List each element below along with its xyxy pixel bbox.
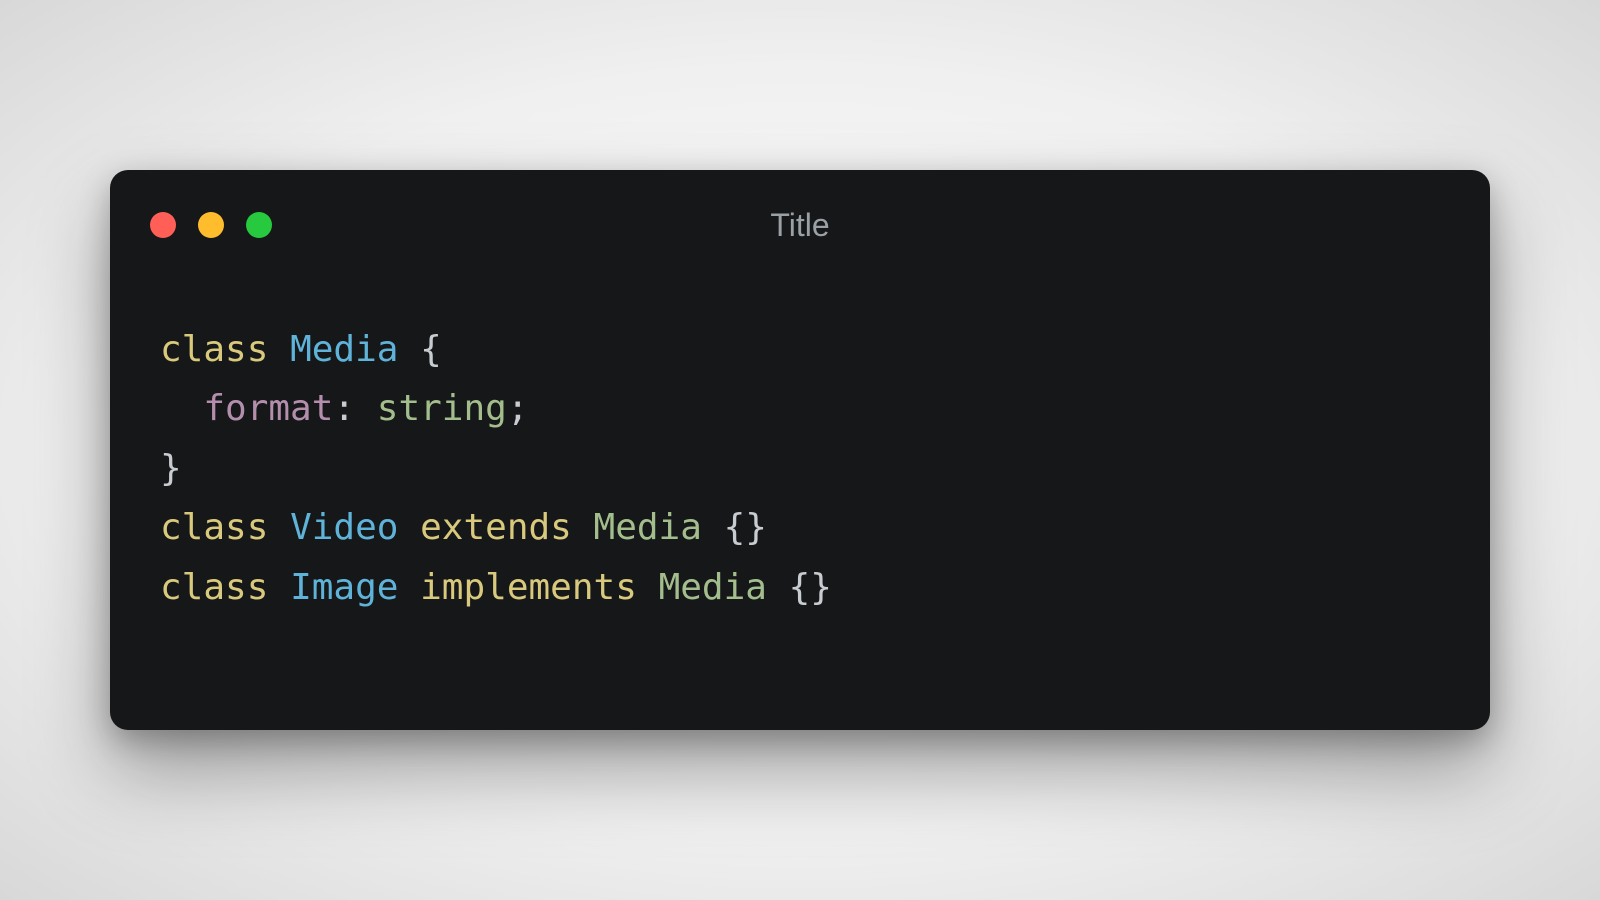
code-token-space <box>268 567 290 608</box>
code-token-space <box>355 388 377 429</box>
code-token-keyword: class <box>160 329 268 370</box>
code-editor[interactable]: class Media { format: string;} class Vide… <box>110 280 1490 730</box>
code-token-space <box>160 388 203 429</box>
code-token-space <box>637 567 659 608</box>
code-token-space <box>572 507 594 548</box>
code-token-typename: Media <box>659 567 767 608</box>
code-token-type: Video <box>290 507 398 548</box>
code-token-punct: { <box>420 329 442 370</box>
code-token-space <box>398 567 420 608</box>
code-token-keyword: class <box>160 567 268 608</box>
code-token-space <box>268 507 290 548</box>
code-token-space <box>702 507 724 548</box>
window-title: Title <box>110 207 1490 244</box>
code-token-type: Media <box>290 329 398 370</box>
code-line: class Video extends Media {} <box>160 498 1440 557</box>
code-token-space <box>398 507 420 548</box>
minimize-icon[interactable] <box>198 212 224 238</box>
code-token-keyword: implements <box>420 567 637 608</box>
code-token-keyword: extends <box>420 507 572 548</box>
code-token-typename: Media <box>594 507 702 548</box>
code-token-punct: {} <box>724 507 767 548</box>
code-window: Title class Media { format: string;}clas… <box>110 170 1490 730</box>
code-token-punct: : <box>333 388 355 429</box>
code-line: } <box>160 439 1440 498</box>
window-titlebar: Title <box>110 170 1490 280</box>
code-token-typename: string <box>377 388 507 429</box>
maximize-icon[interactable] <box>246 212 272 238</box>
code-line: class Media { <box>160 320 1440 379</box>
code-line: format: string; <box>160 379 1440 438</box>
code-token-punct: } <box>160 448 182 489</box>
code-token-punct: ; <box>507 388 529 429</box>
code-token-space <box>398 329 420 370</box>
code-token-keyword: class <box>160 507 268 548</box>
code-token-space <box>268 329 290 370</box>
close-icon[interactable] <box>150 212 176 238</box>
code-token-punct: {} <box>789 567 832 608</box>
code-line: class Image implements Media {} <box>160 558 1440 617</box>
code-token-prop: format <box>203 388 333 429</box>
traffic-lights <box>150 212 272 238</box>
code-token-type: Image <box>290 567 398 608</box>
code-token-space <box>767 567 789 608</box>
